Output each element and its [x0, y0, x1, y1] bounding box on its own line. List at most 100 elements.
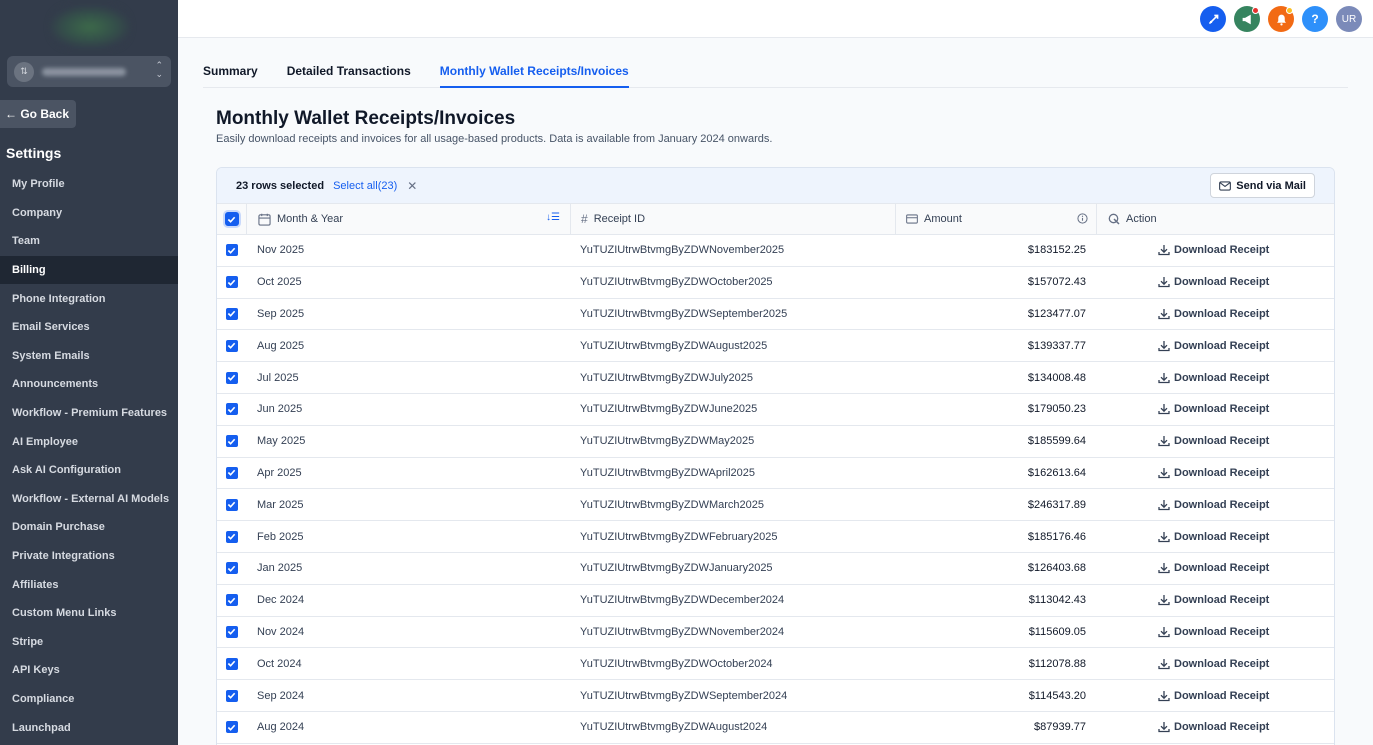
- download-icon: [1158, 276, 1170, 288]
- table-row: Oct 2024 YuTUZIUtrwBtvmgByZDWOctober2024 $…: [217, 648, 1334, 681]
- column-header-month[interactable]: Month & Year ↓☰: [246, 204, 570, 234]
- download-receipt-button[interactable]: Download Receipt: [1096, 626, 1334, 638]
- go-back-button[interactable]: ← Go Back: [0, 100, 76, 128]
- avatar[interactable]: UR: [1336, 6, 1362, 32]
- sidebar-item-team[interactable]: Team: [0, 227, 178, 256]
- download-receipt-label: Download Receipt: [1174, 562, 1270, 575]
- sidebar-item-domain-purchase[interactable]: Domain Purchase: [0, 513, 178, 542]
- select-all-link[interactable]: Select all(23): [333, 180, 397, 192]
- sidebar-item-compliance[interactable]: Compliance: [0, 685, 178, 714]
- account-switcher[interactable]: ⇅ ⌃ ⌄: [7, 56, 171, 87]
- tab-detailed-transactions[interactable]: Detailed Transactions: [287, 56, 411, 88]
- column-header-amount[interactable]: Amount: [895, 204, 1096, 234]
- download-receipt-button[interactable]: Download Receipt: [1096, 467, 1334, 479]
- row-checkbox[interactable]: [225, 625, 238, 638]
- page-title: Monthly Wallet Receipts/Invoices: [216, 108, 516, 129]
- download-receipt-button[interactable]: Download Receipt: [1096, 721, 1334, 733]
- download-receipt-label: Download Receipt: [1174, 657, 1270, 670]
- download-receipt-button[interactable]: Download Receipt: [1096, 594, 1334, 606]
- download-receipt-label: Download Receipt: [1174, 530, 1270, 543]
- column-label-receipt-id: Receipt ID: [593, 213, 646, 225]
- sidebar-item-affiliates[interactable]: Affiliates: [0, 570, 178, 599]
- download-receipt-button[interactable]: Download Receipt: [1096, 435, 1334, 447]
- sidebar-item-workflow-external-ai-models[interactable]: Workflow - External AI Models: [0, 485, 178, 514]
- table-row: Oct 2025 YuTUZIUtrwBtvmgByZDWOctober2025 $…: [217, 267, 1334, 299]
- row-checkbox[interactable]: [225, 339, 238, 352]
- tab-monthly-wallet-receipts-invoices[interactable]: Monthly Wallet Receipts/Invoices: [439, 56, 629, 88]
- sidebar-item-billing[interactable]: Billing: [0, 255, 178, 285]
- select-all-checkbox[interactable]: [224, 212, 239, 226]
- download-receipt-button[interactable]: Download Receipt: [1096, 562, 1334, 574]
- download-receipt-button[interactable]: Download Receipt: [1096, 244, 1334, 256]
- sidebar-item-launchpad[interactable]: Launchpad: [0, 713, 178, 742]
- cell-receipt-id: YuTUZIUtrwBtvmgByZDWAugust2025: [580, 339, 768, 352]
- download-receipt-button[interactable]: Download Receipt: [1096, 308, 1334, 320]
- bell-icon[interactable]: [1268, 6, 1294, 32]
- row-checkbox[interactable]: [225, 498, 238, 511]
- quick-action-icon[interactable]: [1200, 6, 1226, 32]
- info-icon[interactable]: [1077, 213, 1088, 227]
- row-checkbox[interactable]: [225, 403, 238, 416]
- download-icon: [1158, 658, 1170, 670]
- download-receipt-button[interactable]: Download Receipt: [1096, 499, 1334, 511]
- table-row: May 2025 YuTUZIUtrwBtvmgByZDWMay2025 $1855…: [217, 426, 1334, 458]
- download-icon: [1158, 340, 1170, 352]
- row-checkbox[interactable]: [225, 657, 238, 670]
- megaphone-icon[interactable]: [1234, 6, 1260, 32]
- sidebar-item-workflow-premium-features[interactable]: Workflow - Premium Features: [0, 399, 178, 428]
- cell-amount: $134008.48: [1027, 371, 1086, 384]
- row-checkbox[interactable]: [225, 594, 238, 607]
- column-header-action: Action: [1096, 204, 1334, 234]
- receipts-table: 23 rows selected Select all(23) ✕ Send v…: [216, 167, 1335, 745]
- download-receipt-button[interactable]: Download Receipt: [1096, 403, 1334, 415]
- mail-icon: [1219, 180, 1232, 191]
- cell-amount: $185176.46: [1027, 530, 1086, 543]
- sidebar-item-custom-menu-links[interactable]: Custom Menu Links: [0, 599, 178, 628]
- row-checkbox[interactable]: [225, 562, 238, 575]
- sidebar-item-phone-integration[interactable]: Phone Integration: [0, 284, 178, 313]
- sidebar-item-email-services[interactable]: Email Services: [0, 313, 178, 342]
- sidebar-item-stripe[interactable]: Stripe: [0, 628, 178, 657]
- download-receipt-button[interactable]: Download Receipt: [1096, 531, 1334, 543]
- row-checkbox[interactable]: [225, 276, 238, 289]
- clear-selection-icon[interactable]: ✕: [407, 179, 417, 193]
- download-receipt-button[interactable]: Download Receipt: [1096, 340, 1334, 352]
- row-checkbox[interactable]: [225, 371, 238, 384]
- download-receipt-button[interactable]: Download Receipt: [1096, 372, 1334, 384]
- help-icon[interactable]: ?: [1302, 6, 1328, 32]
- row-checkbox[interactable]: [225, 721, 238, 734]
- row-checkbox[interactable]: [225, 435, 238, 448]
- download-icon: [1158, 435, 1170, 447]
- row-checkbox[interactable]: [225, 466, 238, 479]
- sidebar-item-private-integrations[interactable]: Private Integrations: [0, 542, 178, 571]
- hash-icon: #: [581, 212, 588, 226]
- column-label-amount: Amount: [924, 213, 962, 225]
- cell-amount: $139337.77: [1027, 339, 1086, 352]
- download-receipt-button[interactable]: Download Receipt: [1096, 276, 1334, 288]
- row-checkbox[interactable]: [225, 244, 238, 257]
- column-header-receipt-id[interactable]: # Receipt ID: [570, 204, 895, 234]
- download-receipt-button[interactable]: Download Receipt: [1096, 690, 1334, 702]
- sidebar-item-api-keys[interactable]: API Keys: [0, 656, 178, 685]
- sidebar-item-system-emails[interactable]: System Emails: [0, 342, 178, 371]
- row-checkbox[interactable]: [225, 530, 238, 543]
- cell-month: Oct 2025: [257, 276, 302, 289]
- sidebar-item-ai-employee[interactable]: AI Employee: [0, 427, 178, 456]
- sort-descending-icon[interactable]: ↓☰: [546, 212, 560, 223]
- cell-receipt-id: YuTUZIUtrwBtvmgByZDWFebruary2025: [580, 530, 778, 543]
- cell-receipt-id: YuTUZIUtrwBtvmgByZDWDecember2024: [580, 594, 785, 607]
- table-row: Dec 2024 YuTUZIUtrwBtvmgByZDWDecember2024…: [217, 585, 1334, 617]
- row-checkbox[interactable]: [225, 307, 238, 320]
- page-subtitle: Easily download receipts and invoices fo…: [216, 133, 773, 145]
- cell-amount: $87939.77: [1034, 721, 1086, 734]
- sidebar-item-company[interactable]: Company: [0, 199, 178, 228]
- row-checkbox[interactable]: [225, 689, 238, 702]
- sidebar-item-ask-ai-configuration[interactable]: Ask AI Configuration: [0, 456, 178, 485]
- sidebar-item-announcements[interactable]: Announcements: [0, 370, 178, 399]
- sidebar-item-my-profile[interactable]: My Profile: [0, 170, 178, 199]
- send-via-mail-button[interactable]: Send via Mail: [1210, 173, 1315, 198]
- tab-summary[interactable]: Summary: [203, 56, 258, 88]
- sidebar: ⇅ ⌃ ⌄ ← Go Back Settings My Profile Compan…: [0, 0, 178, 745]
- download-receipt-button[interactable]: Download Receipt: [1096, 658, 1334, 670]
- download-icon: [1158, 308, 1170, 320]
